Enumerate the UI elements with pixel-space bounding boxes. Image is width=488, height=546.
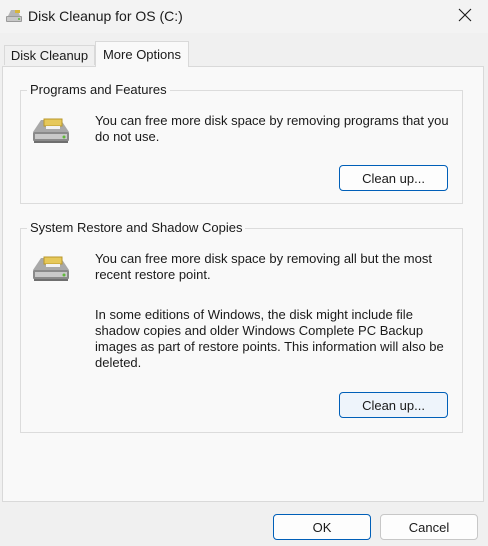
tab-disk-cleanup[interactable]: Disk Cleanup — [4, 45, 95, 65]
title-bar: Disk Cleanup for OS (C:) — [0, 0, 488, 33]
close-button[interactable] — [442, 0, 488, 33]
programs-clean-up-button[interactable]: Clean up... — [339, 165, 448, 191]
cancel-button[interactable]: Cancel — [380, 514, 478, 540]
close-icon — [458, 8, 472, 25]
programs-and-features-group: Programs and Features You can free more … — [20, 82, 463, 204]
programs-description: You can free more disk space by removing… — [95, 113, 449, 144]
restore-group-title: System Restore and Shadow Copies — [27, 220, 246, 235]
restore-description: You can free more disk space by removing… — [95, 251, 432, 282]
disk-drive-icon — [31, 114, 71, 146]
disk-cleanup-app-icon — [5, 8, 23, 24]
ok-button[interactable]: OK — [273, 514, 371, 540]
window-title: Disk Cleanup for OS (C:) — [28, 8, 183, 24]
tab-panel-more-options: Programs and Features You can free more … — [2, 66, 484, 502]
programs-group-title: Programs and Features — [27, 82, 170, 97]
restore-clean-up-button[interactable]: Clean up... — [339, 392, 448, 418]
system-restore-group: System Restore and Shadow Copies You can… — [20, 220, 463, 433]
tab-more-options[interactable]: More Options — [95, 41, 189, 67]
restore-description-details: In some editions of Windows, the disk mi… — [95, 307, 444, 370]
disk-drive-icon — [31, 252, 71, 284]
